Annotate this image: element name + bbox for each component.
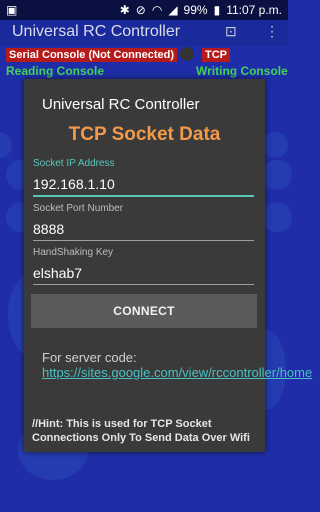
signal-icon: ◢ — [168, 3, 178, 17]
status-right: ✱ ⊘ ◠ ◢ 99% ▮ 11:07 p.m. — [120, 3, 282, 17]
status-left: ▣ — [6, 3, 17, 17]
ip-input[interactable] — [33, 173, 254, 197]
app-bar: Universal RC Controller ⊡ ⋮ — [0, 20, 288, 46]
connection-indicator — [180, 47, 194, 61]
port-label: Socket Port Number — [33, 203, 124, 214]
background-control — [262, 160, 292, 190]
clock: 11:07 p.m. — [226, 3, 282, 17]
serial-console-status: Serial Console (Not Connected) — [6, 48, 178, 62]
key-label: HandShaking Key — [33, 247, 114, 258]
server-code-label: For server code: — [42, 350, 137, 365]
app-title: Universal RC Controller — [12, 23, 181, 40]
dialog-heading: TCP Socket Data — [68, 124, 221, 145]
background-control — [0, 132, 12, 158]
handshake-key-input[interactable] — [33, 262, 254, 285]
app-notification-icon: ▣ — [6, 3, 18, 17]
writing-console-label: Writing Console — [196, 64, 288, 78]
tcp-toggle[interactable]: TCP — [202, 48, 230, 62]
background-control — [262, 132, 288, 158]
wifi-icon: ◠ — [151, 3, 163, 17]
dialog-title: Universal RC Controller — [42, 96, 200, 113]
overflow-menu-icon[interactable]: ⋮ — [265, 23, 279, 40]
battery-icon: ▮ — [213, 3, 221, 17]
ip-label: Socket IP Address — [33, 158, 115, 169]
tcp-dialog: Universal RC Controller TCP Socket Data … — [24, 79, 312, 452]
background-control — [262, 202, 292, 232]
mute-icon: ⊘ — [135, 3, 146, 17]
battery-percent: 99% — [183, 3, 208, 17]
reading-console-label: Reading Console — [6, 64, 105, 78]
bluetooth-icon: ✱ — [119, 3, 130, 17]
port-input[interactable] — [33, 218, 254, 241]
connect-button[interactable]: CONNECT — [31, 294, 257, 328]
lock-icon[interactable]: ⊡ — [225, 23, 237, 40]
hint-text: //Hint: This is used for TCP Socket Conn… — [32, 418, 250, 444]
status-bar: ▣ ✱ ⊘ ◠ ◢ 99% ▮ 11:07 p.m. — [0, 0, 288, 20]
server-code-link[interactable]: https://sites.google.com/view/rccontroll… — [42, 365, 312, 380]
